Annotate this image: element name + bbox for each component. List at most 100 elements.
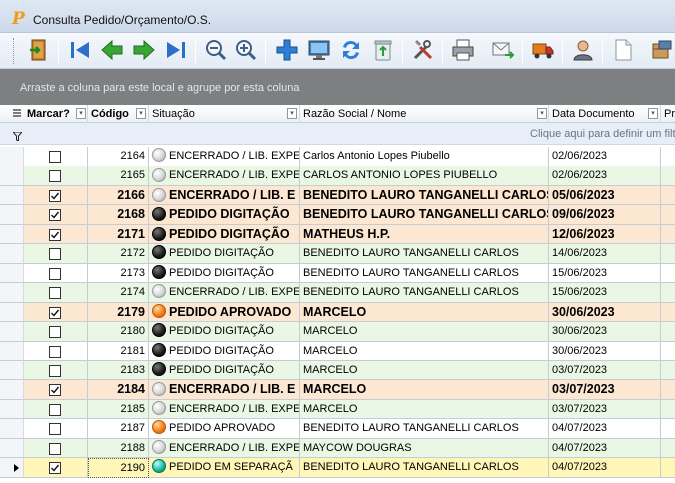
marcar-checkbox[interactable] (49, 209, 61, 222)
row-indicator[interactable] (0, 205, 24, 225)
row-indicator[interactable] (0, 147, 24, 167)
marcar-checkbox[interactable] (49, 442, 61, 455)
table-row[interactable]: 2165 ENCERRADO / LIB. EXPED CARLOS ANTONIO… (0, 166, 675, 186)
print-button[interactable] (449, 36, 477, 64)
row-indicator[interactable] (0, 458, 24, 478)
exit-button[interactable] (25, 36, 53, 64)
row-indicator[interactable] (0, 166, 24, 186)
table-row[interactable]: 2183 PEDIDO DIGITAÇÃO MARCELO 03/07/2023 (0, 360, 675, 381)
filter-data-button[interactable]: ▾ (648, 108, 658, 119)
table-row[interactable]: 2180 PEDIDO DIGITAÇÃO MARCELO 30/06/2023 (0, 322, 675, 342)
codigo-cell: 2185 (88, 399, 149, 420)
group-by-panel[interactable]: Arraste a coluna para este local e agrup… (0, 69, 675, 105)
previous-record-button[interactable] (98, 36, 126, 64)
table-row[interactable]: 2168 PEDIDO DIGITAÇÃO BENEDITO LAURO TANGA… (0, 205, 675, 225)
marcar-cell[interactable] (24, 419, 88, 439)
marcar-cell[interactable] (24, 224, 88, 245)
table-row[interactable]: 2179 PEDIDO APROVADO MARCELO 30/06/2023 (0, 302, 675, 323)
marcar-cell[interactable] (24, 322, 88, 342)
row-indicator[interactable] (0, 302, 24, 323)
marcar-cell[interactable] (24, 185, 88, 206)
column-header-razao[interactable]: Razão Social / Nome (300, 105, 549, 123)
table-row[interactable]: 2166 ENCERRADO / LIB. E BENEDITO LAURO TAN… (0, 185, 675, 206)
row-indicator[interactable] (0, 185, 24, 206)
row-indicator[interactable] (0, 360, 24, 381)
table-row[interactable]: 2171 PEDIDO DIGITAÇÃO MATHEUS H.P. 12/06/20… (0, 224, 675, 245)
row-indicator[interactable] (0, 263, 24, 284)
marcar-cell[interactable] (24, 283, 88, 303)
marcar-cell[interactable] (24, 302, 88, 323)
filter-situacao-button[interactable]: ▾ (287, 108, 297, 119)
table-row[interactable]: 2164 ENCERRADO / LIB. EXPED Carlos Antonio… (0, 147, 675, 167)
marcar-cell[interactable] (24, 341, 88, 361)
package-button[interactable] (648, 36, 675, 64)
marcar-cell[interactable] (24, 244, 88, 264)
column-header-data[interactable]: Data Documento (549, 105, 661, 123)
row-indicator[interactable] (0, 380, 24, 400)
column-header-situacao[interactable]: Situação (149, 105, 300, 123)
marcar-cell[interactable] (24, 458, 88, 478)
zoom-out-button[interactable] (202, 36, 230, 64)
row-indicator[interactable] (0, 399, 24, 420)
marcar-cell[interactable] (24, 166, 88, 186)
delivery-button[interactable] (529, 36, 557, 64)
monitor-button[interactable] (305, 36, 333, 64)
document-button[interactable] (609, 36, 637, 64)
filter-codigo-button[interactable]: ▾ (136, 108, 146, 119)
table-row[interactable]: 2190 PEDIDO EM SEPARAÇÃ BENEDITO LAURO TAN… (0, 458, 675, 478)
marcar-checkbox[interactable] (49, 403, 61, 416)
filter-razao-button[interactable]: ▾ (537, 108, 547, 119)
zoom-in-button[interactable] (232, 36, 260, 64)
user-button[interactable] (569, 36, 597, 64)
first-record-button[interactable] (66, 36, 94, 64)
marcar-cell[interactable] (24, 205, 88, 225)
marcar-checkbox[interactable] (49, 462, 61, 475)
marcar-cell[interactable] (24, 263, 88, 284)
row-indicator[interactable] (0, 438, 24, 459)
marcar-checkbox[interactable] (49, 151, 61, 163)
add-button[interactable] (273, 36, 301, 64)
marcar-cell[interactable] (24, 399, 88, 420)
marcar-cell[interactable] (24, 438, 88, 459)
marcar-cell[interactable] (24, 147, 88, 167)
last-record-button[interactable] (162, 36, 190, 64)
marcar-checkbox[interactable] (49, 326, 61, 339)
marcar-cell[interactable] (24, 380, 88, 400)
table-row[interactable]: 2173 PEDIDO DIGITAÇÃO BENEDITO LAURO TANGA… (0, 263, 675, 284)
table-row[interactable]: 2185 ENCERRADO / LIB. EXPED MARCELO 03/07/2… (0, 399, 675, 420)
tools-button[interactable] (409, 36, 437, 64)
marcar-checkbox[interactable] (49, 345, 61, 358)
row-indicator[interactable] (0, 419, 24, 439)
next-record-button[interactable] (130, 36, 158, 64)
marcar-checkbox[interactable] (49, 267, 61, 280)
row-indicator[interactable] (0, 322, 24, 342)
marcar-checkbox[interactable] (49, 189, 61, 202)
marcar-checkbox[interactable] (49, 423, 61, 436)
marcar-checkbox[interactable] (49, 306, 61, 319)
filter-marcar-button[interactable]: ▾ (76, 108, 86, 119)
filter-row[interactable]: Clique aqui para definir um filtro (0, 123, 675, 145)
send-email-button[interactable] (489, 36, 517, 64)
table-row[interactable]: 2174 ENCERRADO / LIB. EXPED BENEDITO LAURO… (0, 283, 675, 303)
marcar-cell[interactable] (24, 360, 88, 381)
row-indicator[interactable] (0, 224, 24, 245)
row-indicator[interactable] (0, 244, 24, 264)
row-indicator[interactable] (0, 341, 24, 361)
marcar-checkbox[interactable] (49, 364, 61, 377)
table-row[interactable]: 2172 PEDIDO DIGITAÇÃO BENEDITO LAURO TANGA… (0, 244, 675, 264)
column-chooser-icon[interactable] (13, 109, 21, 118)
row-indicator[interactable] (0, 283, 24, 303)
toolbar-grip[interactable] (13, 38, 16, 64)
marcar-checkbox[interactable] (49, 170, 61, 183)
table-row[interactable]: 2184 ENCERRADO / LIB. E MARCELO 03/07/2023 (0, 380, 675, 400)
column-header-pr[interactable]: Pr (661, 105, 675, 123)
table-row[interactable]: 2181 PEDIDO DIGITAÇÃO MARCELO 30/06/2023 (0, 341, 675, 361)
table-row[interactable]: 2187 PEDIDO APROVADO BENEDITO LAURO TANGAN… (0, 419, 675, 439)
marcar-checkbox[interactable] (49, 287, 61, 300)
recycle-button[interactable] (369, 36, 397, 64)
marcar-checkbox[interactable] (49, 228, 61, 241)
table-row[interactable]: 2188 ENCERRADO / LIB. EXPED MAYCOW DOUGRAS… (0, 438, 675, 459)
marcar-checkbox[interactable] (49, 248, 61, 261)
refresh-button[interactable] (337, 36, 365, 64)
marcar-checkbox[interactable] (49, 384, 61, 397)
